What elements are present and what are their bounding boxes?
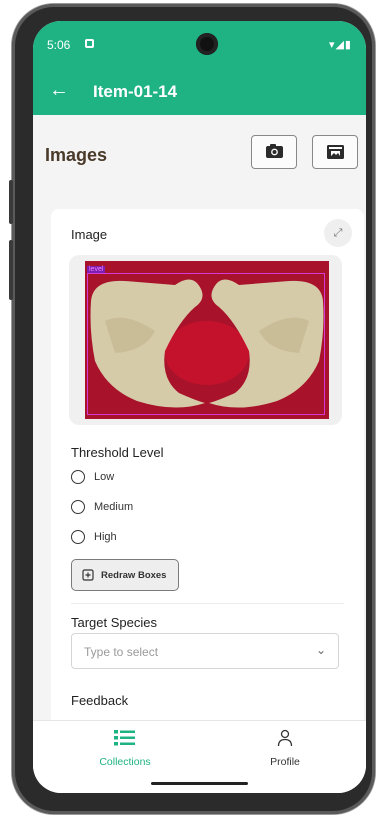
screen: 5:06 ▾◢▮ ← Item-01-14 Images Image ⤢ lev…	[33, 21, 366, 793]
radio-medium[interactable]: Medium	[71, 497, 133, 517]
arrow-left-icon[interactable]: ←	[49, 79, 69, 102]
divider	[71, 603, 344, 604]
bottom-navigation: Collections Profile	[33, 720, 366, 777]
radio-circle	[71, 500, 85, 514]
radio-circle	[71, 470, 85, 484]
list-icon	[114, 730, 135, 746]
nav-profile[interactable]: Profile	[225, 729, 345, 768]
volume-button	[9, 180, 13, 224]
radio-low[interactable]: Low	[71, 467, 114, 487]
home-indicator	[33, 776, 366, 793]
camera-button[interactable]	[251, 135, 297, 169]
redraw-boxes-button[interactable]: Redraw Boxes	[71, 559, 179, 591]
home-pill[interactable]	[151, 782, 248, 785]
feedback-title: Feedback	[71, 693, 129, 708]
chevron-down-icon: ⌄	[315, 643, 326, 657]
image-preview[interactable]: level	[69, 255, 342, 425]
radio-label: Low	[94, 471, 115, 483]
notification-icon	[85, 39, 94, 48]
gallery-icon	[327, 145, 344, 159]
status-bar: 5:06 ▾◢▮	[33, 21, 366, 70]
power-button	[9, 240, 13, 300]
redraw-icon	[82, 569, 94, 581]
select-placeholder: Type to select	[84, 645, 159, 659]
specimen-photo: level	[85, 261, 329, 419]
nav-profile-label: Profile	[270, 756, 300, 768]
radio-label: Medium	[94, 501, 134, 513]
images-title: Images	[45, 145, 108, 165]
app-bar: ← Item-01-14	[33, 70, 366, 115]
radio-label: High	[94, 531, 117, 543]
redraw-label: Redraw Boxes	[101, 569, 167, 581]
expand-icon[interactable]: ⤢	[324, 219, 352, 247]
target-species-select[interactable]: Type to select ⌄	[71, 633, 339, 669]
threshold-title: Threshold Level	[71, 445, 164, 460]
target-species-title: Target Species	[71, 615, 157, 630]
nav-collections[interactable]: Collections	[65, 729, 185, 768]
camera-icon	[266, 144, 283, 158]
detection-box	[87, 273, 325, 415]
person-icon	[277, 729, 293, 747]
image-card: Image ⤢ level Threshold Level Low Medium…	[51, 209, 364, 729]
content-area: Images Image ⤢ level Threshold Level Low…	[33, 115, 366, 729]
front-camera	[196, 33, 218, 55]
page-title: Item-01-14	[93, 82, 178, 101]
detection-label: level	[87, 266, 106, 273]
gallery-button[interactable]	[312, 135, 358, 169]
radio-circle	[71, 530, 85, 544]
system-icons: ▾◢▮	[328, 39, 352, 51]
nav-collections-label: Collections	[99, 756, 151, 768]
image-label: Image	[71, 227, 108, 242]
status-time: 5:06	[47, 38, 71, 52]
radio-high[interactable]: High	[71, 527, 117, 547]
